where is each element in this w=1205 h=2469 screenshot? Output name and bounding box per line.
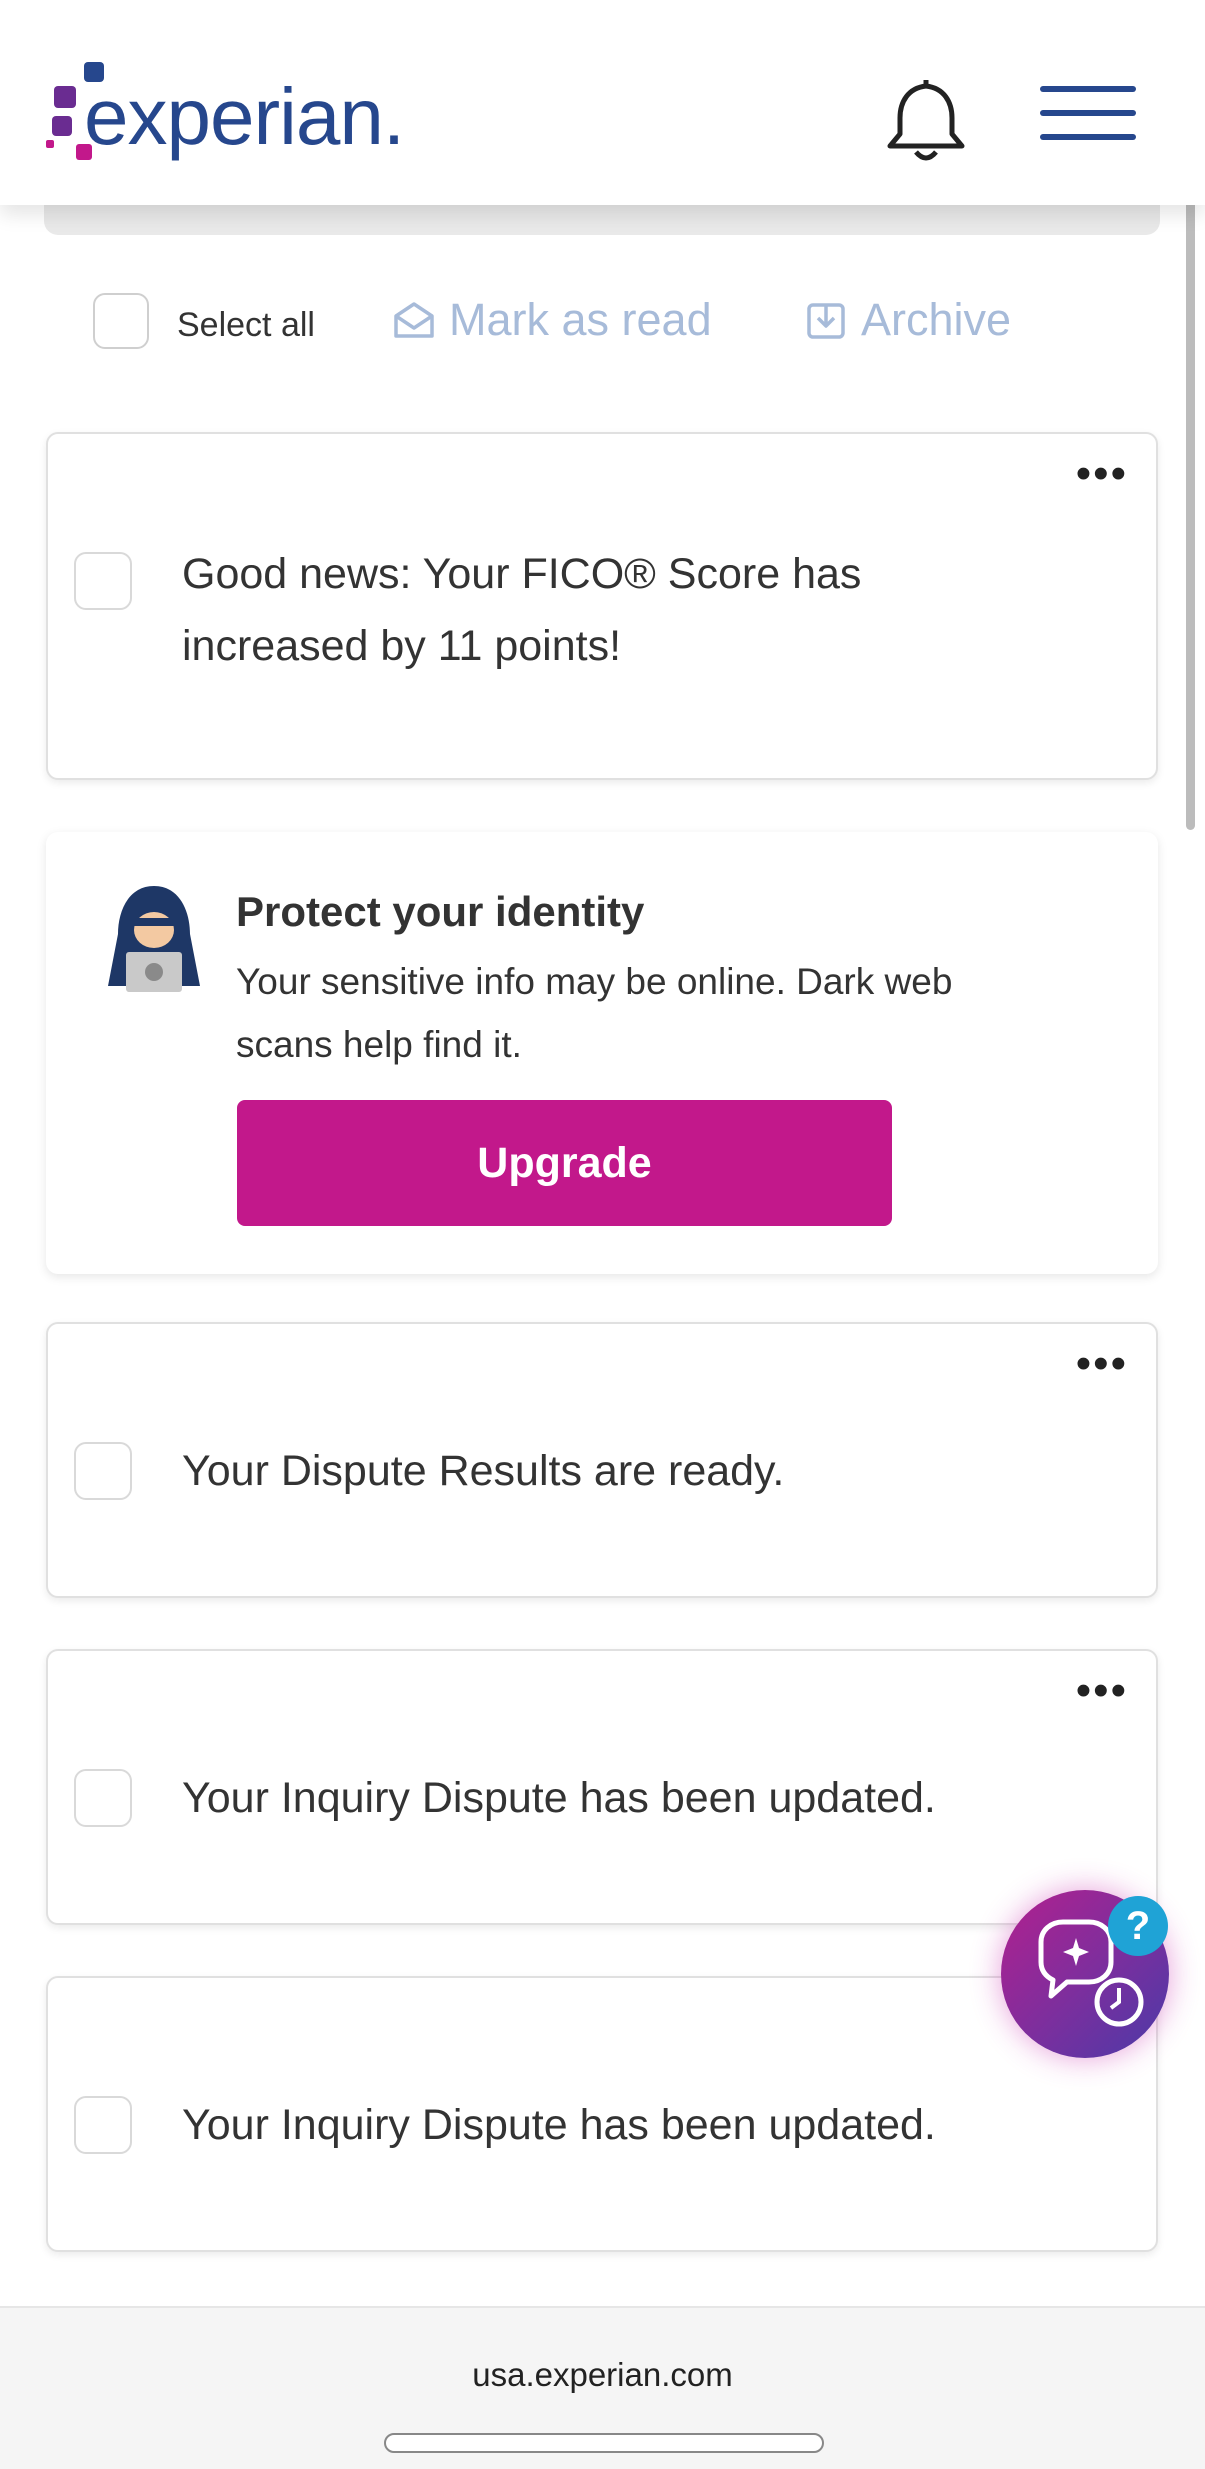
notification-checkbox[interactable] [74, 552, 132, 610]
hamburger-menu-icon[interactable] [1040, 86, 1136, 146]
notifications-toolbar: Select all Mark as read Archive [0, 290, 1205, 360]
notification-text: Your Inquiry Dispute has been updated. [182, 1774, 936, 1822]
mark-as-read-button[interactable]: Mark as read [393, 294, 712, 346]
app-header: experian. [0, 0, 1205, 205]
filter-bar [44, 205, 1160, 235]
notification-checkbox[interactable] [74, 2096, 132, 2154]
notification-text-line: Good news: Your FICO® Score has [182, 550, 862, 598]
open-envelope-icon [394, 302, 434, 338]
upgrade-button[interactable]: Upgrade [237, 1100, 892, 1226]
promo-body: Your sensitive info may be online. Dark … [236, 950, 1086, 1076]
notification-card[interactable]: Your Inquiry Dispute has been updated. [46, 1976, 1158, 2252]
more-options-icon[interactable]: ••• [1076, 452, 1128, 496]
experian-logo[interactable]: experian. [46, 58, 406, 178]
notification-checkbox[interactable] [74, 1442, 132, 1500]
notification-text: Your Inquiry Dispute has been updated. [182, 2101, 936, 2149]
more-options-icon[interactable]: ••• [1076, 1669, 1128, 1713]
logo-wordmark: experian. [84, 72, 405, 161]
help-badge-icon[interactable]: ? [1108, 1896, 1168, 1956]
promo-body-line: scans help find it. [236, 1024, 522, 1065]
notification-text: Your Dispute Results are ready. [182, 1447, 785, 1495]
notification-card[interactable]: ••• Your Inquiry Dispute has been update… [46, 1649, 1158, 1925]
promo-title: Protect your identity [236, 888, 645, 935]
notification-text: Good news: Your FICO® Score has increase… [182, 538, 861, 682]
notification-card[interactable]: ••• Good news: Your FICO® Score has incr… [46, 432, 1158, 780]
notification-card[interactable]: ••• Your Dispute Results are ready. [46, 1322, 1158, 1598]
home-indicator[interactable] [384, 2433, 824, 2453]
select-all-label: Select all [177, 306, 315, 344]
select-all-checkbox[interactable] [93, 293, 149, 349]
archive-button[interactable]: Archive [805, 294, 1011, 346]
notification-text-line: increased by 11 points! [182, 622, 622, 670]
mark-as-read-label: Mark as read [449, 294, 712, 345]
notifications-bell-icon[interactable] [880, 72, 972, 164]
scrollbar[interactable] [1186, 140, 1195, 830]
notification-checkbox[interactable] [74, 1769, 132, 1827]
archive-download-icon [807, 303, 845, 339]
identity-protection-promo: Protect your identity Your sensitive inf… [46, 832, 1158, 1274]
more-options-icon[interactable]: ••• [1076, 1342, 1128, 1386]
browser-address-bar: usa.experian.com [0, 2306, 1205, 2469]
archive-label: Archive [861, 294, 1012, 345]
hooded-hacker-icon [108, 886, 200, 992]
promo-body-line: Your sensitive info may be online. Dark … [236, 961, 953, 1002]
url-text[interactable]: usa.experian.com [0, 2356, 1205, 2394]
